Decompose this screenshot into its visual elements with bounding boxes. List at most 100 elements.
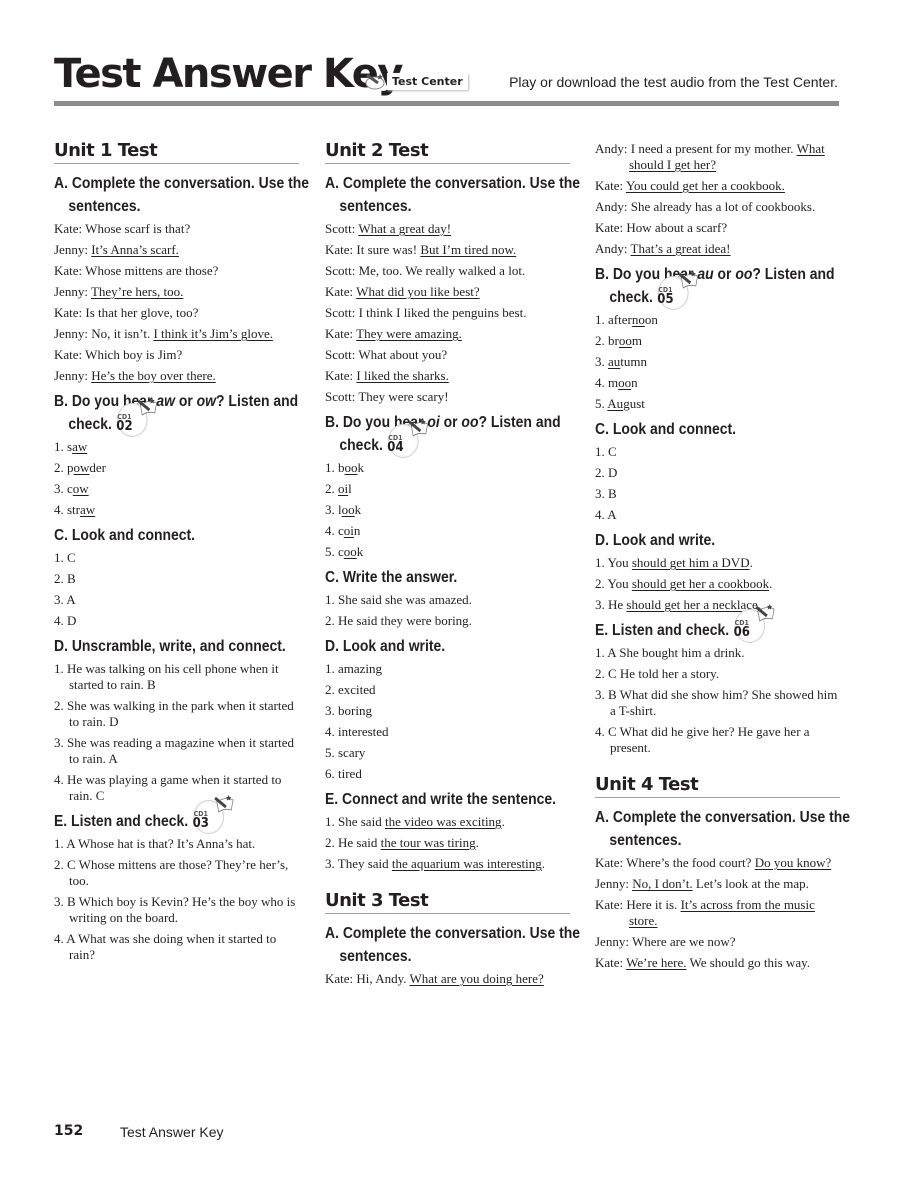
dialog-line: Kate: Where’s the food court? Do you kno… bbox=[595, 855, 840, 871]
answer-text: You could get her a cookbook. bbox=[625, 178, 785, 193]
dialog-line: Jenny: He’s the boy over there. bbox=[54, 368, 299, 384]
answer-item: 3. look bbox=[325, 502, 570, 518]
answer-item: 4. A What was she doing when it started … bbox=[54, 931, 299, 963]
item-number: 1. bbox=[325, 661, 335, 676]
text: . bbox=[749, 555, 753, 570]
item-number: 1. bbox=[54, 836, 64, 851]
cd-track-number: 04 bbox=[387, 439, 404, 455]
answer-item: 3. autumn bbox=[595, 354, 840, 370]
dialog-line: Kate: Which boy is Jim? bbox=[54, 347, 299, 363]
speaker-name: Kate: bbox=[595, 220, 624, 235]
item-number: 1. bbox=[595, 555, 605, 570]
answer-item: 2. You should get her a cookbook. bbox=[595, 576, 840, 592]
text: . bbox=[541, 856, 545, 871]
item-text: B bbox=[67, 571, 76, 586]
section-heading: A. Complete the conversation. Use the se… bbox=[54, 175, 310, 215]
item-number: 5. bbox=[325, 745, 335, 760]
header-rule bbox=[54, 101, 839, 106]
answer-item: 2. D bbox=[595, 465, 840, 481]
text: Me, too. We really walked a lot. bbox=[358, 263, 526, 278]
item-text: A She bought him a drink. bbox=[607, 645, 745, 660]
pencil-star-icon bbox=[138, 397, 158, 416]
speaker-name: Kate: bbox=[54, 221, 83, 236]
item-number: 1. bbox=[54, 661, 64, 676]
text: . bbox=[501, 814, 505, 829]
section-heading: A. Complete the conversation. Use the se… bbox=[595, 809, 851, 849]
dialog-line: Kate: Whose mittens are those? bbox=[54, 263, 299, 279]
speaker-name: Jenny: bbox=[54, 284, 88, 299]
answer-text: What are you doing here? bbox=[409, 971, 544, 986]
item-number: 1. bbox=[325, 814, 335, 829]
text: No, it isn’t. bbox=[91, 326, 154, 341]
speaker-name: Andy: bbox=[595, 241, 628, 256]
item-number: 3. bbox=[595, 597, 605, 612]
item-number: 3. bbox=[325, 856, 335, 871]
item-number: 3. bbox=[325, 703, 335, 718]
answer-item: 4. interested bbox=[325, 724, 570, 740]
test-center-link[interactable]: Test Center bbox=[364, 72, 468, 90]
pencil-star-icon bbox=[755, 603, 775, 622]
item-number: 4. bbox=[595, 375, 605, 390]
answer-item: 1. C bbox=[595, 444, 840, 460]
speaker-name: Jenny: bbox=[595, 934, 629, 949]
section-heading: E. Connect and write the sentence. bbox=[325, 791, 557, 808]
item-text: He said they were boring. bbox=[338, 613, 472, 628]
text: Which boy is Jim? bbox=[85, 347, 183, 362]
speaker-name: Scott: bbox=[325, 263, 356, 278]
answer-item: 3. She was reading a magazine when it st… bbox=[54, 735, 299, 767]
answer-text: aw bbox=[80, 502, 96, 517]
page-title: Test Answer Key bbox=[54, 51, 403, 97]
item-number: 2. bbox=[54, 857, 64, 872]
text: m bbox=[608, 375, 619, 390]
dialog-line: Jenny: No, I don’t. Let’s look at the ma… bbox=[595, 876, 840, 892]
speaker-name: Kate: bbox=[325, 242, 354, 257]
section-heading: B. Do you hear aw or ow? Listen and chec… bbox=[54, 390, 311, 437]
heading-text: E. Listen and check. bbox=[54, 813, 189, 830]
item-number: 3. bbox=[595, 486, 605, 501]
section-heading: B. Do you hear oi or oo? Listen and chec… bbox=[325, 411, 582, 458]
speaker-name: Kate: bbox=[325, 326, 354, 341]
speaker-name: Kate: bbox=[54, 305, 83, 320]
speaker-name: Kate: bbox=[54, 347, 83, 362]
item-number: 3. bbox=[595, 687, 605, 702]
answer-text: But I’m tired now. bbox=[420, 242, 517, 257]
answer-text: No, I don’t. bbox=[632, 876, 693, 891]
dialog-line: Scott: They were scary! bbox=[325, 389, 570, 405]
heading-emphasis: au bbox=[697, 266, 714, 283]
answer-text: should get her a cookbook bbox=[631, 576, 770, 591]
item-text: scary bbox=[338, 745, 366, 760]
text: Let’s look at the map. bbox=[692, 876, 809, 891]
item-text: D bbox=[67, 613, 77, 628]
section-heading: D. Look and write. bbox=[325, 638, 446, 655]
item-text: D bbox=[608, 465, 618, 480]
answer-text: should get him a DVD bbox=[631, 555, 750, 570]
speaker-name: Kate: bbox=[595, 178, 624, 193]
item-text: C Whose mittens are those? They’re her’s… bbox=[67, 857, 289, 888]
item-number: 4. bbox=[595, 507, 605, 522]
column-3: Andy: I need a present for my mother. Wh… bbox=[595, 141, 850, 976]
column-2: Unit 2 Test A. Complete the conversation.… bbox=[325, 140, 580, 992]
cd-track-number: 03 bbox=[192, 815, 209, 831]
answer-item: 4. D bbox=[54, 613, 299, 629]
item-text: She was reading a magazine when it start… bbox=[67, 735, 295, 766]
text: after bbox=[608, 312, 632, 327]
dialog-line: Jenny: No, it isn’t. I think it’s Jim’s … bbox=[54, 326, 299, 342]
dialog-line: Andy: She already has a lot of cookbooks… bbox=[595, 199, 840, 215]
answer-text: What did you like best? bbox=[356, 284, 480, 299]
item-number: 5. bbox=[325, 544, 335, 559]
item-number: 4. bbox=[595, 724, 605, 739]
text: Where’s the food court? bbox=[626, 855, 755, 870]
answer-item: 2. He said they were boring. bbox=[325, 613, 570, 629]
item-text: B bbox=[608, 486, 617, 501]
item-number: 2. bbox=[595, 666, 605, 681]
dialog-line: Jenny: It’s Anna’s scarf. bbox=[54, 242, 299, 258]
item-number: 1. bbox=[595, 312, 605, 327]
answer-text: He’s the boy over there. bbox=[91, 368, 216, 383]
text: Where are we now? bbox=[631, 934, 736, 949]
speaker-name: Jenny: bbox=[54, 368, 88, 383]
text: . bbox=[475, 835, 479, 850]
cd-track-number: 05 bbox=[657, 291, 674, 307]
item-number: 1. bbox=[54, 550, 64, 565]
cd-track-number: 02 bbox=[116, 418, 133, 434]
answer-text: We’re here. bbox=[626, 955, 687, 970]
